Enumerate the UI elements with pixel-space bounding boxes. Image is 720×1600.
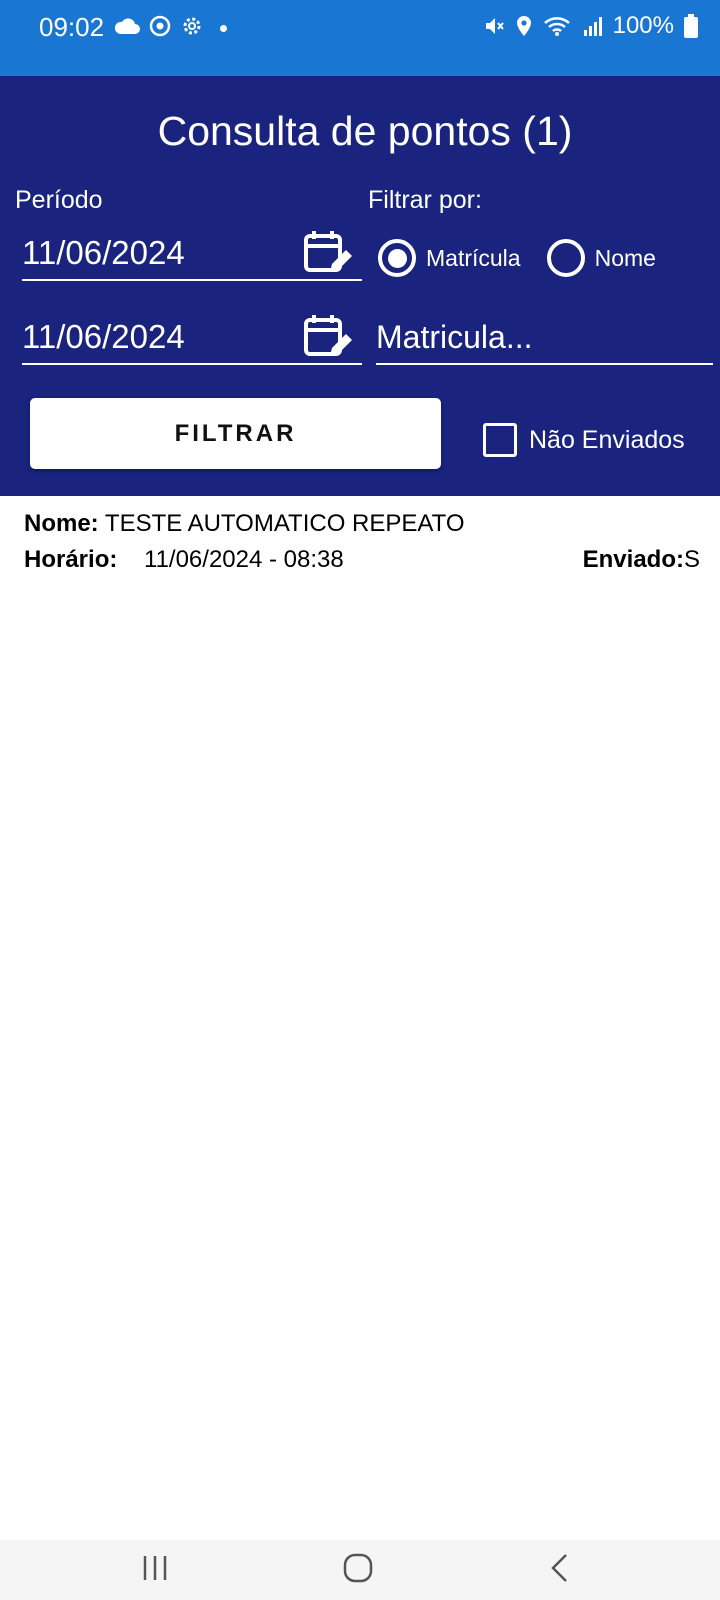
radio-nome[interactable]: Nome xyxy=(546,239,656,277)
calendar-edit-icon[interactable] xyxy=(302,312,352,367)
settings-icon xyxy=(180,14,204,43)
sent-label: Enviado: xyxy=(582,546,684,573)
recent-apps-icon[interactable] xyxy=(140,1552,170,1589)
status-left-icons xyxy=(114,14,227,43)
sent-value: S xyxy=(683,546,700,573)
time-label: Horário: xyxy=(24,546,118,573)
sync-icon xyxy=(148,14,172,43)
filter-panel: Consulta de pontos (1) Período Filtrar p… xyxy=(0,76,720,496)
name-value: TESTE AUTOMATICO REPEATO xyxy=(104,510,465,537)
wifi-icon xyxy=(543,15,573,37)
back-icon[interactable] xyxy=(548,1552,570,1589)
radio-matricula[interactable]: Matrícula xyxy=(378,239,521,277)
name-row: Nome: TESTE AUTOMATICO REPEATO xyxy=(24,510,465,538)
filter-button[interactable]: FILTRAR xyxy=(30,398,441,469)
cloud-icon xyxy=(114,17,140,40)
start-date-field[interactable]: 11/06/2024 xyxy=(22,226,362,281)
not-sent-label: Não Enviados xyxy=(529,425,685,454)
battery-icon xyxy=(684,14,698,38)
navigation-bar xyxy=(0,1540,720,1600)
status-bar: 09:02 100% xyxy=(0,0,720,76)
filter-by-label: Filtrar por: xyxy=(368,186,482,214)
home-icon[interactable] xyxy=(342,1552,374,1589)
mute-icon xyxy=(483,15,505,37)
radio-matricula-label: Matrícula xyxy=(426,244,521,271)
dot-icon xyxy=(220,25,227,32)
filter-by-radio-group: Matrícula Nome xyxy=(378,239,682,277)
signal-icon xyxy=(583,16,603,36)
period-label: Período xyxy=(15,186,103,214)
status-time: 09:02 xyxy=(39,12,105,42)
end-date-field[interactable]: 11/06/2024 xyxy=(22,310,362,365)
location-icon xyxy=(515,15,533,37)
status-right-icons: 100% xyxy=(483,12,698,40)
not-sent-checkbox[interactable]: Não Enviados xyxy=(483,423,685,457)
end-date-value: 11/06/2024 xyxy=(22,318,185,355)
start-date-value: 11/06/2024 xyxy=(22,234,185,271)
battery-percent: 100% xyxy=(612,12,674,39)
radio-selected-icon xyxy=(378,239,416,277)
page-title: Consulta de pontos (1) xyxy=(157,108,573,154)
matricula-search-field xyxy=(376,310,713,365)
sent-status: Enviado:S xyxy=(583,546,700,574)
calendar-edit-icon[interactable] xyxy=(302,228,352,283)
checkbox-icon[interactable] xyxy=(483,423,517,457)
time-row: Horário: 11/06/2024 - 08:38 Enviado:S xyxy=(24,546,700,574)
radio-unselected-icon xyxy=(546,239,585,277)
radio-nome-label: Nome xyxy=(594,244,656,271)
matricula-search-input[interactable] xyxy=(376,314,713,360)
time-value: 11/06/2024 - 08:38 xyxy=(144,546,344,573)
name-label: Nome: xyxy=(24,510,99,537)
